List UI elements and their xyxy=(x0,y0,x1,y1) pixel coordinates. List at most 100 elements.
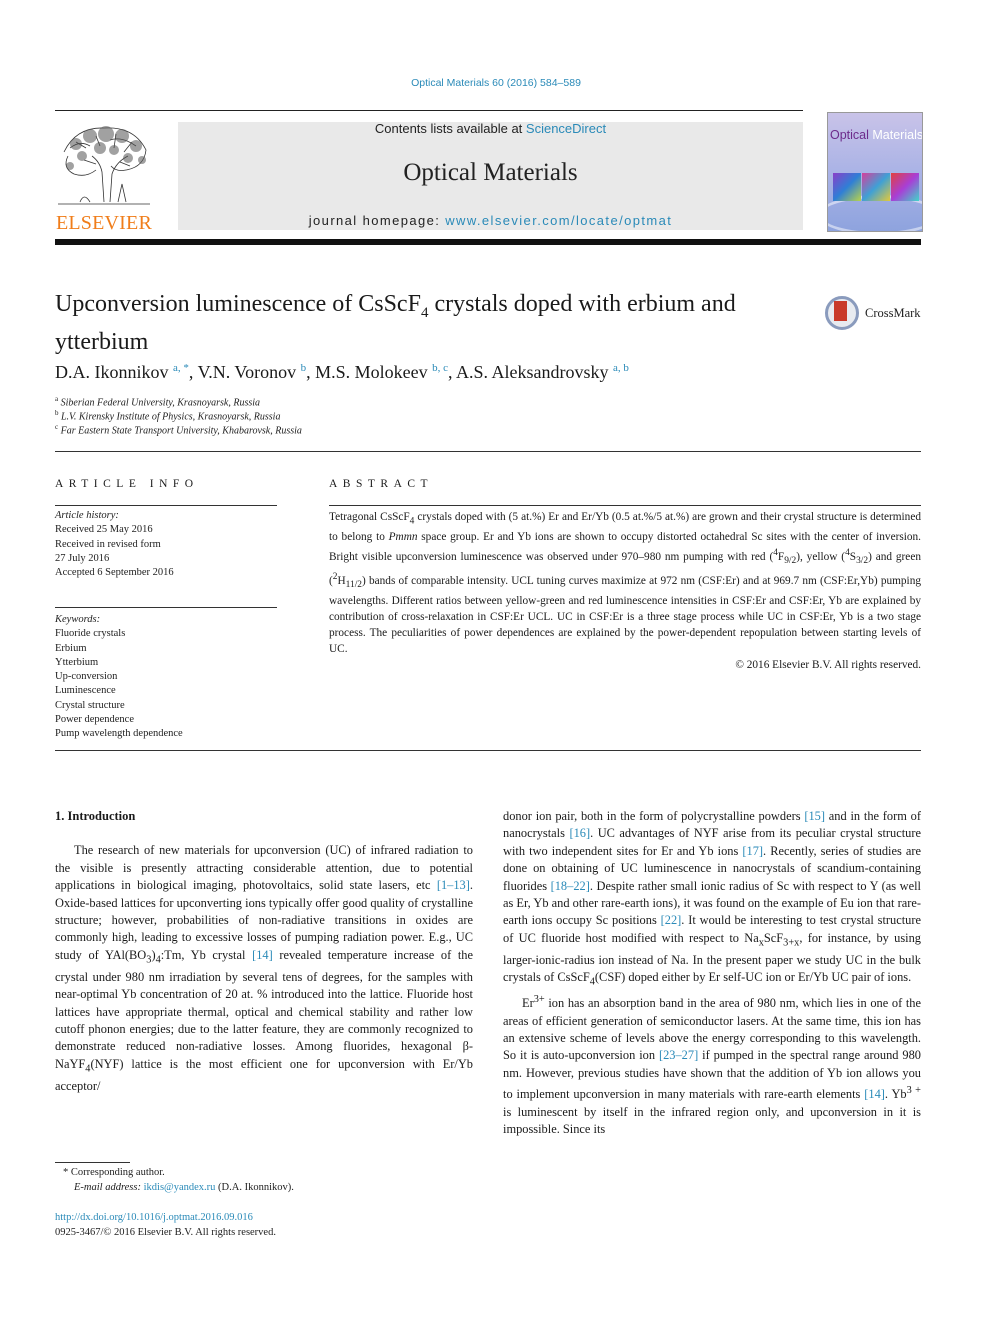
journal-title: Optical Materials xyxy=(403,159,578,186)
body-paragraph: The research of new materials for upconv… xyxy=(55,842,473,1095)
author[interactable]: A.S. Aleksandrovsky a, b xyxy=(456,362,629,382)
abstract-sub: 3/2 xyxy=(856,556,869,567)
reference-link[interactable]: [22] xyxy=(661,913,682,927)
header-rule-left xyxy=(55,110,178,111)
text-span: (CSF) doped either by Er self-UC ion or … xyxy=(594,970,912,985)
cover-title-materials: Materials xyxy=(872,128,923,142)
journal-cover-image[interactable]: Optical Materials xyxy=(827,112,923,232)
keyword: Erbium xyxy=(55,642,87,654)
reference-link[interactable]: [15] xyxy=(804,809,825,823)
abstract-copyright: © 2016 Elsevier B.V. All rights reserved… xyxy=(735,659,921,672)
history-label: Article history: xyxy=(55,510,119,521)
reference-link[interactable]: [16] xyxy=(569,826,590,840)
author-name: V.N. Voronov xyxy=(197,362,297,382)
text-span: ScF xyxy=(763,930,784,945)
email-link[interactable]: ikdis@yandex.ru xyxy=(144,1182,216,1193)
author-list: D.A. Ikonnikov a, *, V.N. Voronov b, M.S… xyxy=(55,362,629,383)
text-span: donor ion pair, both in the form of poly… xyxy=(503,809,805,823)
body-column-right: donor ion pair, both in the form of poly… xyxy=(503,808,921,1139)
keyword: Up-conversion xyxy=(55,671,118,683)
affiliation-text: Far Eastern State Transport University, … xyxy=(60,425,302,437)
abstract-sub: 11/2 xyxy=(345,580,363,591)
elsevier-wordmark: ELSEVIER xyxy=(55,212,153,234)
crossmark-ribbon-icon xyxy=(834,301,847,321)
abstract-heading: ABSTRACT xyxy=(329,478,434,490)
text-sub: 3+x xyxy=(783,937,800,949)
affiliation-mark: a xyxy=(55,395,59,403)
corresponding-author-note: * Corresponding author. xyxy=(63,1167,165,1178)
sciencedirect-link[interactable]: ScienceDirect xyxy=(526,121,606,136)
history-item: Received in revised form xyxy=(55,538,161,550)
homepage-line: journal homepage: www.elsevier.com/locat… xyxy=(178,213,803,228)
author-separator: , xyxy=(188,362,198,382)
author[interactable]: D.A. Ikonnikov a, * xyxy=(55,362,189,382)
affiliation: c Far Eastern State Transport University… xyxy=(55,423,302,436)
reference-link[interactable]: [17] xyxy=(742,844,763,858)
header-rule xyxy=(178,110,803,111)
text-span: (NYF) lattice is the most efficient one … xyxy=(55,1056,473,1093)
doi-block: http://dx.doi.org/10.1016/j.optmat.2016.… xyxy=(55,1210,276,1240)
keywords-rule xyxy=(55,607,277,608)
reference-link[interactable]: [14] xyxy=(864,1087,885,1101)
abstract-bottom-rule xyxy=(55,750,921,751)
reference-link[interactable]: [23–27] xyxy=(659,1048,698,1062)
title-text-1: Upconversion luminescence of CsScF xyxy=(55,291,421,317)
cover-photo-1 xyxy=(833,173,861,201)
email-suffix: (D.A. Ikonnikov). xyxy=(215,1182,294,1193)
cover-photo-3 xyxy=(891,173,919,201)
elsevier-logo[interactable]: ELSEVIER xyxy=(52,120,156,235)
author-separator: , xyxy=(306,362,316,382)
keyword: Pump wavelength dependence xyxy=(55,728,183,740)
reference-link[interactable]: [18–22] xyxy=(551,879,590,893)
homepage-prefix: journal homepage: xyxy=(308,213,446,228)
article-title: Upconversion luminescence of CsScF4 crys… xyxy=(55,290,815,357)
text-sup: 3+ xyxy=(533,994,545,1005)
crossmark-button[interactable]: CrossMark xyxy=(825,296,925,336)
author[interactable]: M.S. Molokeev b, c xyxy=(315,362,448,382)
affiliation: a Siberian Federal University, Krasnoyar… xyxy=(55,395,260,408)
abstract-sub: 9/2 xyxy=(784,556,797,567)
article-info-heading: ARTICLE INFO xyxy=(55,478,199,490)
author-separator: , xyxy=(448,362,457,382)
space-group: Pmmn xyxy=(388,531,418,544)
reference-link[interactable]: [14] xyxy=(252,948,273,962)
author[interactable]: V.N. Voronov b xyxy=(198,362,307,382)
affiliation-mark: b xyxy=(55,409,59,417)
keyword: Crystal structure xyxy=(55,699,125,711)
cover-photo-2 xyxy=(862,173,890,201)
author-affil-mark[interactable]: a, b xyxy=(613,362,629,374)
journal-citation[interactable]: Optical Materials 60 (2016) 584–589 xyxy=(0,77,992,89)
footnote-rule xyxy=(55,1162,130,1163)
doi-link[interactable]: http://dx.doi.org/10.1016/j.optmat.2016.… xyxy=(55,1210,276,1225)
keyword: Fluoride crystals xyxy=(55,628,126,640)
email-label: E-mail address: xyxy=(74,1182,144,1193)
section-heading-introduction: 1. Introduction xyxy=(55,809,136,823)
elsevier-tree-icon xyxy=(58,126,150,205)
body-paragraph: Er3+ ion has an absorption band in the a… xyxy=(503,991,921,1139)
reference-link[interactable]: [1–13] xyxy=(437,878,470,892)
article-history: Article history: Received 25 May 2016 Re… xyxy=(55,509,277,580)
abstract-text: Tetragonal CsScF4 crystals doped with (5… xyxy=(329,509,921,657)
history-item: 27 July 2016 xyxy=(55,552,110,564)
crossmark-label: CrossMark xyxy=(865,306,921,320)
keyword: Ytterbium xyxy=(55,656,99,668)
email-line: E-mail address: ikdis@yandex.ru (D.A. Ik… xyxy=(55,1180,294,1195)
author-name: A.S. Aleksandrovsky xyxy=(456,362,609,382)
header-thick-rule xyxy=(55,239,921,245)
author-affil-mark[interactable]: a, * xyxy=(173,362,189,374)
abstract-rule xyxy=(329,505,921,506)
text-sup: 3 + xyxy=(906,1085,921,1097)
author-affil-mark[interactable]: b, c xyxy=(432,362,448,374)
cover-title-optical: Optical xyxy=(830,128,869,142)
journal-homepage-link[interactable]: www.elsevier.com/locate/optmat xyxy=(445,213,672,228)
affiliation-mark: c xyxy=(55,423,59,431)
abstract-span: H xyxy=(337,575,346,588)
issn-copyright: 0925-3467/© 2016 Elsevier B.V. All right… xyxy=(55,1227,276,1238)
text-span: :Tm, Yb crystal xyxy=(160,947,253,962)
abstract-span: Tetragonal CsScF xyxy=(329,511,410,523)
footnotes: * Corresponding author. E-mail address: … xyxy=(55,1165,294,1195)
text-span: is luminescent by itself in the infrared… xyxy=(503,1104,921,1137)
section-rule xyxy=(55,451,921,452)
cover-title: Optical Materials xyxy=(830,128,923,142)
contents-line: Contents lists available at ScienceDirec… xyxy=(178,122,803,136)
